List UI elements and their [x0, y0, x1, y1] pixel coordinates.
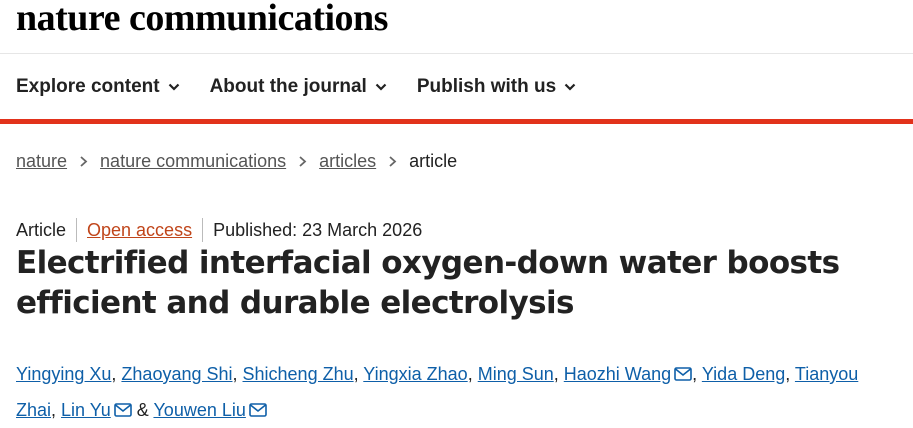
meta-divider	[202, 218, 204, 242]
author-final-separator: &	[131, 400, 154, 420]
chevron-right-icon	[80, 156, 88, 167]
nav-publish-with-us[interactable]: Publish with us	[417, 76, 576, 98]
author-link[interactable]: Yingying Xu	[16, 364, 111, 384]
header-divider	[0, 53, 913, 54]
breadcrumb-articles[interactable]: articles	[319, 151, 376, 172]
author-separator: ,	[467, 364, 478, 384]
author-link[interactable]: Youwen Liu	[153, 400, 245, 420]
chevron-right-icon	[389, 156, 397, 167]
author-separator: ,	[51, 400, 62, 420]
author-list: Yingying Xu, Zhaoyang Shi, Shicheng Zhu,…	[16, 356, 901, 428]
breadcrumb-nature[interactable]: nature	[16, 151, 67, 172]
nav-label: Publish with us	[416, 76, 557, 97]
nav-label: Explore content	[16, 76, 160, 97]
author-separator: ,	[111, 364, 122, 384]
author-link[interactable]: Yida Deng	[702, 364, 785, 384]
author-link[interactable]: Haozhi Wang	[564, 364, 671, 384]
meta-divider	[76, 218, 78, 242]
chevron-down-icon	[168, 83, 179, 91]
article-type: Article	[16, 219, 67, 240]
author-link[interactable]: Zhaoyang Shi	[121, 364, 232, 384]
breadcrumb: nature nature communications articles ar…	[16, 151, 457, 172]
article-title: Electrified interfacial oxygen-down wate…	[16, 245, 840, 321]
chevron-down-icon	[375, 83, 387, 91]
mail-icon[interactable]	[249, 403, 267, 417]
site-logo[interactable]: nature communications	[16, 0, 388, 38]
nav-about-journal[interactable]: About the journal	[210, 76, 387, 98]
author-separator: ,	[785, 364, 795, 384]
author-link[interactable]: Yingxia Zhao	[363, 364, 467, 384]
breadcrumb-nature-communications[interactable]: nature communications	[100, 151, 286, 172]
mail-icon[interactable]	[674, 367, 692, 381]
author-link[interactable]: Lin Yu	[61, 400, 111, 420]
main-nav: Explore content About the journal Publis…	[16, 76, 606, 98]
published-date: Published: 23 March 2026	[213, 219, 423, 240]
chevron-down-icon	[564, 83, 576, 91]
author-separator: ,	[353, 364, 364, 384]
breadcrumb-current: article	[409, 151, 458, 171]
mail-icon[interactable]	[113, 403, 132, 417]
author-separator: ,	[232, 364, 243, 384]
open-access-link[interactable]: Open access	[87, 220, 192, 241]
author-link[interactable]: Shicheng Zhu	[243, 364, 354, 384]
nav-explore-content[interactable]: Explore content	[16, 76, 180, 98]
author-link[interactable]: Ming Sun	[478, 364, 554, 384]
article-meta: Article Open access Published: 23 March …	[16, 218, 422, 242]
author-separator: ,	[553, 364, 564, 384]
nav-label: About the journal	[209, 76, 367, 97]
accent-bar	[0, 119, 913, 124]
chevron-right-icon	[299, 156, 307, 167]
author-separator: ,	[692, 364, 702, 384]
